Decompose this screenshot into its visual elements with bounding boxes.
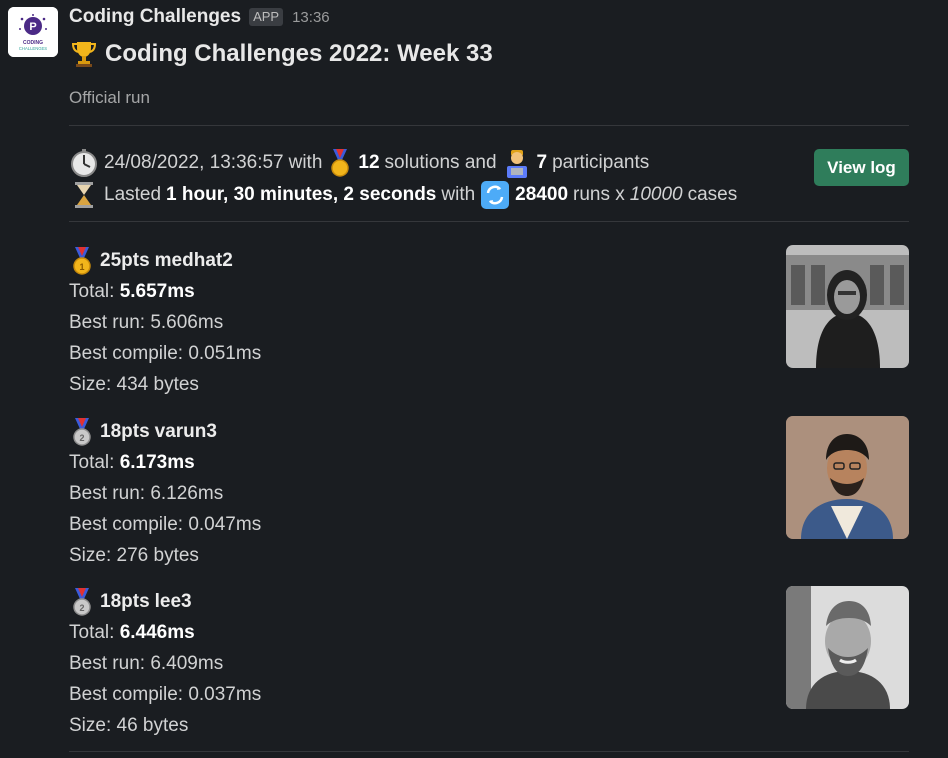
summary-with-text-2: with [441,184,476,205]
svg-text:CHALLENGES: CHALLENGES [19,46,47,51]
entry-points: 18pts [100,591,150,612]
app-logo[interactable]: P CODING CHALLENGES [8,7,58,57]
app-name[interactable]: Coding Challenges [69,6,241,28]
entry-username: varun3 [154,421,217,442]
entry-total: Total: 6.446ms [69,622,195,643]
lasted-label: Lasted [104,184,162,205]
entry-size: Size: 46 bytes [69,715,189,736]
technologist-icon [502,148,532,178]
entry-best-compile: Best compile: 0.037ms [69,684,262,705]
svg-text:2: 2 [79,433,84,443]
message-title-text: Coding Challenges 2022: Week 33 [105,40,493,67]
solutions-label: solutions and [384,152,497,173]
entry-best-run: Best run: 6.409ms [69,653,224,674]
svg-text:1: 1 [79,262,84,272]
gold-medal-icon: 1 [69,246,95,276]
divider [69,125,909,126]
leaderboard-entry: 1 25pts medhat2 Total: 5.657ms Best run:… [69,245,909,395]
view-log-button[interactable]: View log [814,149,909,186]
entry-best-compile: Best compile: 0.047ms [69,514,262,535]
cases-count: 10000 [629,184,683,205]
sports-medal-icon [327,148,353,178]
app-badge: APP [249,8,284,26]
message-header: Coding Challenges APP 13:36 [69,5,330,29]
entry-size: Size: 434 bytes [69,374,199,395]
entry-total-value: 6.173ms [119,452,195,473]
message-title: Coding Challenges 2022: Week 33 [69,37,493,71]
entry-best-compile: Best compile: 0.051ms [69,343,262,364]
divider [69,221,909,222]
cases-label: cases [687,184,738,205]
avatar[interactable] [786,416,909,539]
silver-medal-icon: 2 [69,587,95,617]
silver-medal-icon: 2 [69,417,95,447]
avatar[interactable] [786,245,909,368]
participants-label: participants [552,152,650,173]
entry-total-value: 5.657ms [119,281,195,302]
divider [69,751,909,752]
avatar[interactable] [786,586,909,709]
entry-points: 18pts [100,421,150,442]
entry-username: lee3 [154,591,192,612]
entry-heading: 2 18pts lee3 [69,586,909,617]
runs-count: 28400 [515,184,569,205]
hourglass-icon [69,180,99,210]
entry-total: Total: 5.657ms [69,281,195,302]
entry-total-value: 6.446ms [119,622,195,643]
run-datetime: 24/08/2022, 13:36:57 [104,152,284,173]
entry-total: Total: 6.173ms [69,452,195,473]
runs-label: runs x [573,184,625,205]
entry-best-run: Best run: 6.126ms [69,483,224,504]
entry-best-run: Best run: 5.606ms [69,312,224,333]
leaderboard-entry: 2 18pts varun3 Total: 6.173ms Best run: … [69,416,909,566]
entry-points: 25pts [100,250,150,271]
entry-heading: 2 18pts varun3 [69,416,909,447]
participants-count: 7 [536,152,548,173]
entry-heading: 1 25pts medhat2 [69,245,909,276]
entry-size: Size: 276 bytes [69,545,199,566]
trophy-icon [69,39,99,69]
summary-line-2: Lasted 1 hour, 30 minutes, 2 seconds wit… [69,180,737,210]
summary-with-text: with [288,152,323,173]
repeat-icon [480,180,510,210]
message-timestamp[interactable]: 13:36 [292,9,330,26]
entry-username: medhat2 [154,250,233,271]
svg-text:P: P [29,21,36,33]
svg-text:2: 2 [79,603,84,613]
coding-challenges-logo-icon: P CODING CHALLENGES [8,7,58,57]
solutions-count: 12 [358,152,380,173]
run-duration: 1 hour, 30 minutes, 2 seconds [166,184,437,205]
summary-line-1: 24/08/2022, 13:36:57 with 12 solutions a… [69,148,649,178]
leaderboard-entry: 2 18pts lee3 Total: 6.446ms Best run: 6.… [69,586,909,736]
stopwatch-icon [69,148,99,178]
message-subtitle: Official run [69,88,150,107]
